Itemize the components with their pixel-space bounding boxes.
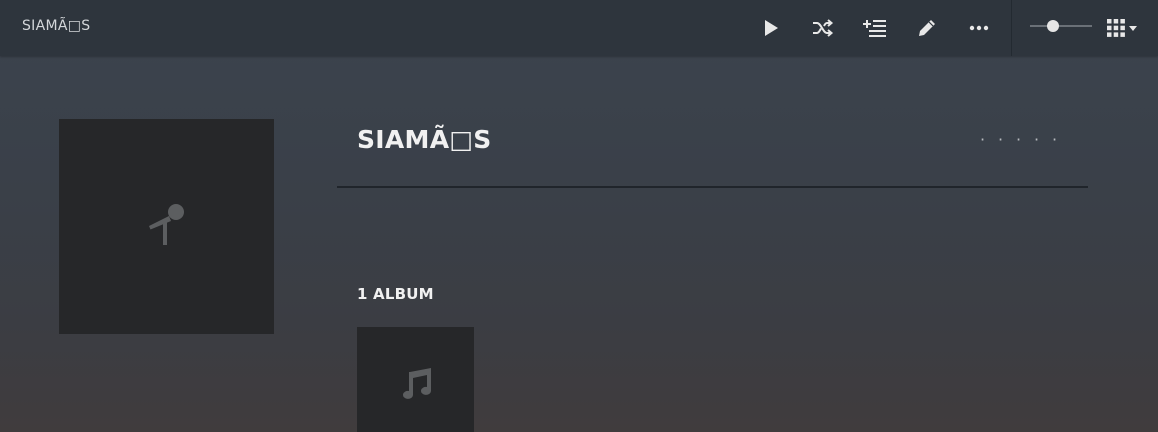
albums-section-header: 1 ALBUM (357, 285, 434, 303)
shuffle-button[interactable] (807, 12, 839, 44)
rating-star[interactable]: · (1052, 132, 1057, 148)
play-button[interactable] (755, 12, 787, 44)
size-slider-track (1030, 25, 1092, 27)
add-queue-icon (863, 19, 887, 37)
music-note-icon (399, 367, 433, 405)
header-divider (337, 186, 1088, 188)
microphone-icon (147, 203, 187, 251)
edit-button[interactable] (911, 12, 943, 44)
add-to-queue-button[interactable] (859, 12, 891, 44)
top-bar: SIAMÃ□S (0, 0, 1158, 56)
play-icon (762, 19, 780, 37)
rating-star[interactable]: · (998, 132, 1003, 148)
top-bar-title: SIAMÃ□S (22, 18, 91, 34)
view-mode-button[interactable] (1100, 12, 1144, 44)
size-slider[interactable] (1030, 18, 1092, 34)
star-rating[interactable]: · · · · · (980, 132, 1057, 148)
artist-name: SIAMÃ□S (357, 125, 492, 154)
size-slider-thumb[interactable] (1047, 20, 1059, 32)
shuffle-icon (812, 19, 834, 37)
chevron-down-icon (1129, 25, 1137, 31)
album-card[interactable] (357, 327, 474, 432)
artist-thumbnail (59, 119, 274, 334)
rating-star[interactable]: · (1034, 132, 1039, 148)
rating-star[interactable]: · (980, 132, 985, 148)
rating-star[interactable]: · (1016, 132, 1021, 148)
more-button[interactable] (963, 12, 995, 44)
grid-icon (1107, 19, 1125, 37)
toolbar-divider (1011, 0, 1012, 56)
ellipsis-icon (969, 25, 989, 31)
pencil-icon (918, 19, 936, 37)
